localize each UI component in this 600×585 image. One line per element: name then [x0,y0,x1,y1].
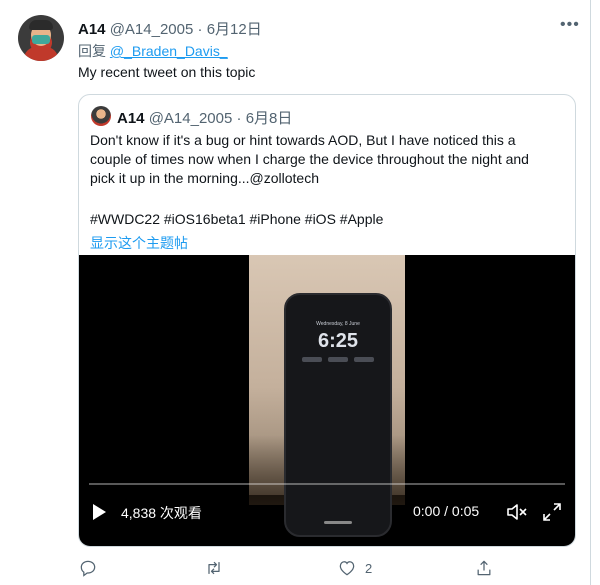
fullscreen-icon[interactable] [541,501,563,523]
phone-lockscreen-time: 6:25 [317,330,359,352]
quoted-text-line: pick it up in the morning...@zollotech [90,170,319,186]
reply-context: 回复 @_Braden_Davis_ [78,41,228,61]
retweet-icon [208,561,220,575]
like-count: 2 [365,560,373,576]
like-button[interactable]: 2 [337,556,372,580]
reply-button[interactable] [78,556,106,580]
tweet-actions: 2 [78,556,508,580]
phone-home-indicator [324,521,352,524]
quoted-author-avatar[interactable] [91,106,111,126]
quoted-text-line: Don't know if it's a bug or hint towards… [90,132,516,148]
tweet-date[interactable]: 6月12日 [207,21,262,38]
author-name[interactable]: A14 [78,21,106,38]
quoted-date[interactable]: 6月8日 [246,110,293,127]
show-thread-link[interactable]: 显示这个主题帖 [90,233,188,253]
quoted-header: A14 @A14_2005 · 6月8日 [117,107,292,128]
phone-widgets [302,357,374,365]
play-icon[interactable] [93,504,106,520]
more-icon[interactable]: ••• [560,16,580,34]
video-time: 0:00 / 0:05 [413,503,480,519]
quoted-hashtags: #WWDC22 #iOS16beta1 #iPhone #iOS #Apple [90,211,384,227]
share-icon [477,560,491,576]
mute-icon[interactable] [505,501,529,523]
quoted-author-handle[interactable]: @A14_2005 [149,110,233,127]
quoted-text-line: couple of times now when I charge the de… [90,151,529,167]
tweet-text: My recent tweet on this topic [78,64,256,80]
phone-lockscreen-date: Wednesday, 8 June [316,321,360,327]
share-button[interactable] [474,556,494,580]
quoted-text: Don't know if it's a bug or hint towards… [90,131,568,188]
author-handle[interactable]: @A14_2005 [110,21,194,38]
reply-icon [80,560,96,577]
video-player[interactable]: Wednesday, 8 June 6:25 4,838 次观看 0:00 / … [79,255,575,546]
author-avatar[interactable] [18,15,64,61]
separator-dot: · [197,21,203,38]
video-view-count: 4,838 次观看 [121,505,202,521]
reply-mention-link[interactable]: @_Braden_Davis_ [110,43,228,59]
reply-prefix: 回复 [78,43,106,59]
retweet-button[interactable] [204,556,232,580]
like-icon [339,561,355,576]
video-phone: Wednesday, 8 June 6:25 [284,293,392,537]
quoted-separator-dot: · [236,110,242,127]
tweet-header: A14 @A14_2005 · 6月12日 [78,18,262,39]
tweet-card: A14 @A14_2005 · 6月12日 ••• 回复 @_Braden_Da… [0,0,591,585]
quoted-tweet[interactable]: A14 @A14_2005 · 6月8日 Don't know if it's … [78,94,576,547]
video-progress-bar[interactable] [89,483,565,485]
quoted-author-name[interactable]: A14 [117,110,145,127]
